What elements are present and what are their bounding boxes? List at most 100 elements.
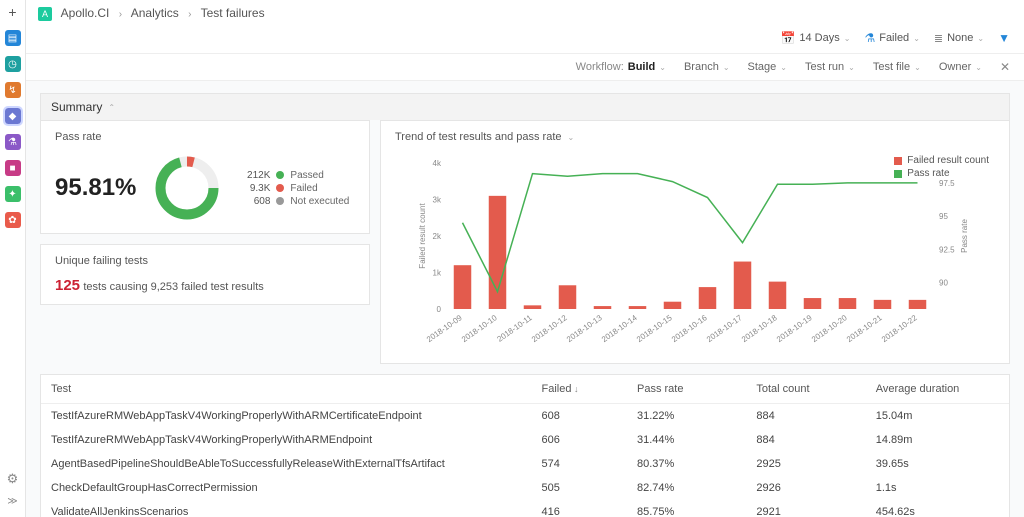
legend-dot: [276, 197, 284, 205]
svg-text:1k: 1k: [433, 269, 442, 278]
table-row[interactable]: TestIfAzureRMWebAppTaskV4WorkingProperly…: [41, 404, 1009, 429]
nav-repos-icon[interactable]: ◷: [5, 56, 21, 72]
legend-count: 212K: [238, 170, 270, 181]
list-icon: ≣: [934, 32, 943, 45]
cell-passrate: 85.75%: [627, 500, 746, 517]
trend-chart: 01k2k3k4k9092.59597.52018-10-092018-10-1…: [395, 153, 995, 353]
card-title: Pass rate: [55, 131, 355, 143]
cell-failed: 606: [532, 428, 627, 452]
cell-total: 884: [746, 404, 865, 429]
nav-item-icon[interactable]: ■: [5, 160, 21, 176]
cell-passrate: 31.22%: [627, 404, 746, 429]
filter-testfile[interactable]: Test file⌄: [873, 61, 921, 73]
summary-header[interactable]: Summary ⌃: [40, 93, 1010, 120]
filter-owner[interactable]: Owner⌄: [939, 61, 982, 73]
filter-stage[interactable]: Stage⌄: [748, 61, 787, 73]
chevron-down-icon: ⌄: [914, 63, 921, 72]
cell-avg: 454.62s: [866, 500, 1009, 517]
nav-artifacts-icon[interactable]: ⚗: [5, 134, 21, 150]
filter-bar: Workflow: Build ⌄ Branch⌄ Stage⌄ Test ru…: [26, 53, 1024, 81]
svg-text:2018-10-19: 2018-10-19: [775, 313, 814, 344]
legend-dot: [276, 171, 284, 179]
svg-text:92.5: 92.5: [939, 245, 955, 254]
nav-item2-icon[interactable]: ✦: [5, 186, 21, 202]
table-row[interactable]: AgentBasedPipelineShouldBeAbleToSuccessf…: [41, 452, 1009, 476]
group-by-filter[interactable]: ≣ None ⌄: [934, 32, 984, 45]
svg-text:2018-10-17: 2018-10-17: [705, 313, 744, 344]
crumb-project[interactable]: Apollo.CI: [61, 6, 110, 20]
col-failed[interactable]: Failed: [532, 375, 627, 404]
cell-total: 2925: [746, 452, 865, 476]
nav-pipelines-icon[interactable]: ↯: [5, 82, 21, 98]
cell-failed: 416: [532, 500, 627, 517]
project-badge[interactable]: A: [38, 7, 52, 21]
svg-text:2k: 2k: [433, 232, 442, 241]
svg-text:2018-10-16: 2018-10-16: [670, 313, 709, 344]
svg-text:2018-10-14: 2018-10-14: [600, 313, 639, 344]
cell-failed: 505: [532, 476, 627, 500]
chevron-down-icon: ⌄: [780, 63, 787, 72]
svg-text:2018-10-12: 2018-10-12: [530, 313, 569, 344]
svg-text:4k: 4k: [433, 159, 442, 168]
pass-rate-card: Pass rate 95.81% 212KPassed9.3KFailed608…: [40, 120, 370, 234]
nav-tests-icon[interactable]: ◆: [5, 108, 21, 124]
cell-test: TestIfAzureRMWebAppTaskV4WorkingProperly…: [41, 428, 532, 452]
card-title[interactable]: Trend of test results and pass rate ⌄: [395, 131, 995, 143]
close-icon[interactable]: ✕: [1000, 60, 1010, 74]
outcome-filter[interactable]: ⚗ Failed ⌄: [864, 31, 919, 45]
flask-icon: ⚗: [864, 31, 875, 45]
filter-branch[interactable]: Branch⌄: [684, 61, 730, 73]
filter-workflow[interactable]: Workflow: Build ⌄: [576, 61, 666, 73]
breadcrumb: A Apollo.CI › Analytics › Test failures: [26, 0, 1024, 27]
svg-text:0: 0: [437, 305, 442, 314]
legend-label: Passed: [290, 170, 323, 181]
cell-avg: 14.89m: [866, 428, 1009, 452]
table-row[interactable]: TestIfAzureRMWebAppTaskV4WorkingProperly…: [41, 428, 1009, 452]
chevron-right-icon: ›: [119, 9, 122, 20]
nav-boards-icon[interactable]: ▤: [5, 30, 21, 46]
svg-text:2018-10-13: 2018-10-13: [565, 313, 604, 344]
cell-passrate: 82.74%: [627, 476, 746, 500]
col-avg[interactable]: Average duration: [866, 375, 1009, 404]
failing-tests-table: Test Failed Pass rate Total count Averag…: [40, 374, 1010, 517]
chevron-down-icon: ⌄: [848, 63, 855, 72]
cell-test: CheckDefaultGroupHasCorrectPermission: [41, 476, 532, 500]
filter-icon[interactable]: ▼: [998, 31, 1010, 45]
card-title: Unique failing tests: [55, 255, 355, 267]
unique-failing-text: tests causing 9,253 failed test results: [83, 281, 263, 293]
cell-avg: 39.65s: [866, 452, 1009, 476]
cell-test: ValidateAllJenkinsScenarios: [41, 500, 532, 517]
col-test[interactable]: Test: [41, 375, 532, 404]
svg-text:90: 90: [939, 278, 948, 287]
chart-legend: Failed result count Pass rate: [894, 153, 989, 181]
filter-testrun[interactable]: Test run⌄: [805, 61, 855, 73]
chevron-down-icon: ⌄: [723, 63, 730, 72]
date-range-picker[interactable]: 📅 14 Days ⌄: [780, 31, 850, 45]
collapse-icon[interactable]: ≫: [5, 493, 21, 509]
col-passrate[interactable]: Pass rate: [627, 375, 746, 404]
table-row[interactable]: CheckDefaultGroupHasCorrectPermission505…: [41, 476, 1009, 500]
legend-dot: [276, 184, 284, 192]
legend-swatch-green: [894, 170, 902, 178]
col-total[interactable]: Total count: [746, 375, 865, 404]
svg-text:2018-10-21: 2018-10-21: [845, 313, 884, 344]
chevron-down-icon: ⌄: [977, 34, 984, 43]
crumb-section[interactable]: Analytics: [131, 6, 179, 20]
cell-failed: 608: [532, 404, 627, 429]
chevron-down-icon: ⌄: [975, 63, 982, 72]
table-row[interactable]: ValidateAllJenkinsScenarios41685.75%2921…: [41, 500, 1009, 517]
add-icon[interactable]: +: [5, 4, 21, 20]
svg-text:Failed result count: Failed result count: [418, 203, 427, 269]
legend-count: 9.3K: [238, 183, 270, 194]
legend-label: Not executed: [290, 196, 349, 207]
main-area: A Apollo.CI › Analytics › Test failures …: [26, 0, 1024, 517]
svg-text:2018-10-09: 2018-10-09: [425, 313, 464, 344]
nav-item3-icon[interactable]: ✿: [5, 212, 21, 228]
chevron-right-icon: ›: [188, 9, 191, 20]
chevron-down-icon: ⌄: [659, 63, 666, 72]
crumb-page: Test failures: [201, 6, 265, 20]
calendar-icon: 📅: [780, 31, 795, 45]
svg-text:2018-10-18: 2018-10-18: [740, 313, 779, 344]
gear-icon[interactable]: ⚙: [5, 471, 21, 487]
cell-test: AgentBasedPipelineShouldBeAbleToSuccessf…: [41, 452, 532, 476]
